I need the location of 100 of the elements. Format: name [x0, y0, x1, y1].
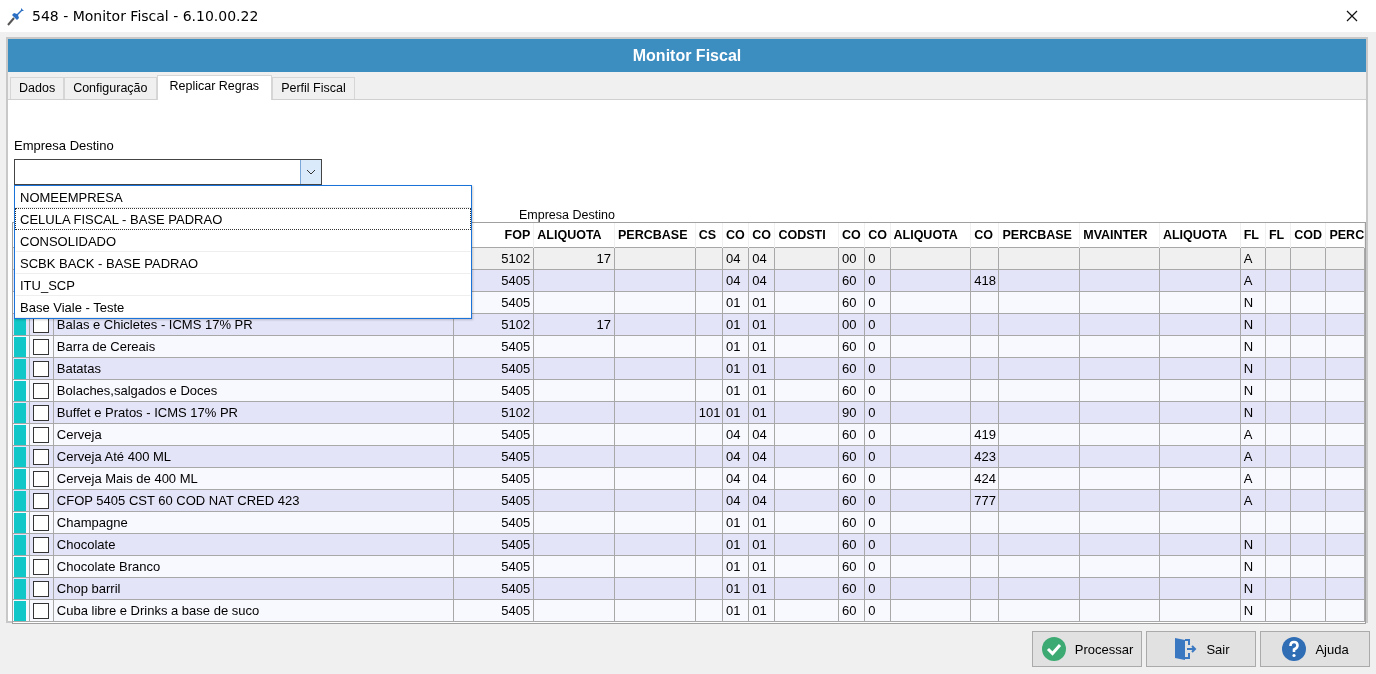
tab[interactable]: Configuração	[64, 77, 157, 99]
column-header[interactable]: CO	[864, 223, 890, 248]
table-cell: N	[1243, 581, 1254, 596]
dropdown-option[interactable]: CONSOLIDADO	[15, 230, 471, 252]
row-checkbox[interactable]	[32, 536, 49, 553]
column-header[interactable]: MVAINTER	[1079, 223, 1160, 248]
table-cell: 01	[726, 295, 741, 310]
dropdown-option[interactable]: CELULA FISCAL - BASE PADRAO	[15, 208, 471, 230]
table-cell: 60	[842, 493, 857, 508]
table-cell: 0	[868, 361, 876, 376]
table-cell: 5405	[501, 383, 531, 398]
table-cell: 0	[868, 581, 876, 596]
column-header[interactable]: CODSTI	[774, 223, 839, 248]
row-checkbox[interactable]	[32, 426, 49, 443]
table-cell: 01	[752, 581, 767, 596]
table-cell: 5405	[501, 273, 531, 288]
table-cell: 90	[842, 405, 857, 420]
tab[interactable]: Dados	[10, 77, 65, 99]
table-cell: 01	[726, 581, 741, 596]
row-checkbox[interactable]	[32, 602, 49, 619]
table-cell: Buffet e Pratos - ICMS 17% PR	[56, 405, 238, 420]
table-cell: N	[1243, 317, 1254, 332]
table-cell: N	[1243, 339, 1254, 354]
row-checkbox[interactable]	[32, 360, 49, 377]
row-checkbox[interactable]	[32, 338, 49, 355]
column-header[interactable]: ALIQUOTA	[1159, 223, 1241, 248]
window-title: 548 - Monitor Fiscal - 6.10.00.22	[32, 8, 259, 24]
column-header[interactable]: CO	[970, 223, 999, 248]
table-cell: A	[1243, 449, 1253, 464]
row-marker	[14, 556, 26, 577]
row-marker	[14, 424, 26, 445]
column-header[interactable]: PERC	[1325, 223, 1365, 248]
table-cell: 60	[842, 449, 857, 464]
table-cell: 5405	[501, 559, 531, 574]
company-dropdown[interactable]	[14, 159, 322, 185]
table-cell: Cerveja Até 400 ML	[56, 449, 172, 464]
table-cell: N	[1243, 361, 1254, 376]
row-marker	[14, 512, 26, 533]
table-cell: 04	[726, 493, 741, 508]
table-cell: 0	[868, 317, 876, 332]
field-label: Empresa Destino	[14, 138, 114, 153]
table-cell: 5405	[501, 449, 531, 464]
table-cell: 01	[752, 559, 767, 574]
table-cell: 0	[868, 493, 876, 508]
table-cell: A	[1243, 493, 1253, 508]
column-header[interactable]: CS	[695, 223, 723, 248]
column-header[interactable]: CO	[838, 223, 865, 248]
column-header[interactable]: PERCBASE	[999, 223, 1080, 248]
table-cell: Chocolate	[56, 537, 116, 552]
column-header[interactable]: FL	[1240, 223, 1266, 248]
footer-button[interactable]: Sair	[1146, 631, 1256, 667]
table-cell: 01	[752, 515, 767, 530]
dropdown-option[interactable]: ITU_SCP	[15, 274, 471, 296]
table-cell: Chocolate Branco	[56, 559, 161, 574]
column-header[interactable]: ALIQUOTA	[533, 223, 615, 248]
table-cell: 04	[752, 427, 767, 442]
table-cell: A	[1243, 471, 1253, 486]
table-cell: 60	[842, 581, 857, 596]
table-cell: 0	[868, 471, 876, 486]
table-cell: 0	[868, 339, 876, 354]
column-header[interactable]: CO	[722, 223, 749, 248]
table-cell: 60	[842, 295, 857, 310]
table-cell: A	[1243, 251, 1253, 266]
table-cell: 0	[868, 405, 876, 420]
column-header[interactable]: ALIQUOTA	[890, 223, 971, 248]
table-cell: 60	[842, 559, 857, 574]
table-cell: 0	[868, 383, 876, 398]
row-checkbox[interactable]	[32, 580, 49, 597]
tab[interactable]: Replicar Regras	[156, 75, 273, 100]
dropdown-option[interactable]: Base Viale - Teste	[15, 296, 471, 318]
row-checkbox[interactable]	[32, 558, 49, 575]
row-checkbox[interactable]	[32, 470, 49, 487]
row-checkbox[interactable]	[32, 382, 49, 399]
row-checkbox[interactable]	[32, 492, 49, 509]
dropdown-option[interactable]: SCBK BACK - BASE PADRAO	[15, 252, 471, 274]
pushpin-icon	[6, 6, 26, 26]
column-header[interactable]: PERCBASE	[614, 223, 696, 248]
table-cell: 5405	[501, 427, 531, 442]
row-checkbox[interactable]	[32, 514, 49, 531]
row-checkbox[interactable]	[32, 448, 49, 465]
check-icon	[1040, 636, 1067, 662]
footer-button[interactable]: Processar	[1032, 631, 1142, 667]
table-cell: 04	[726, 449, 741, 464]
column-header[interactable]: CO	[748, 223, 775, 248]
table-cell: 423	[974, 449, 996, 464]
table-cell: Cerveja Mais de 400 ML	[56, 471, 198, 486]
row-marker	[14, 534, 26, 555]
table-cell: 5102	[501, 317, 531, 332]
row-marker	[14, 468, 26, 489]
column-header[interactable]: FL	[1265, 223, 1291, 248]
column-header[interactable]: COD	[1290, 223, 1326, 248]
row-checkbox[interactable]	[32, 404, 49, 421]
table-cell: 60	[842, 515, 857, 530]
tab[interactable]: Perfil Fiscal	[272, 77, 355, 99]
footer-button[interactable]: Ajuda	[1260, 631, 1370, 667]
close-icon[interactable]	[1346, 10, 1358, 22]
dropdown-option[interactable]: NOMEEMPRESA	[15, 186, 471, 208]
table-cell: 5405	[501, 581, 531, 596]
table-cell: 60	[842, 383, 857, 398]
table-cell: 01	[726, 537, 741, 552]
